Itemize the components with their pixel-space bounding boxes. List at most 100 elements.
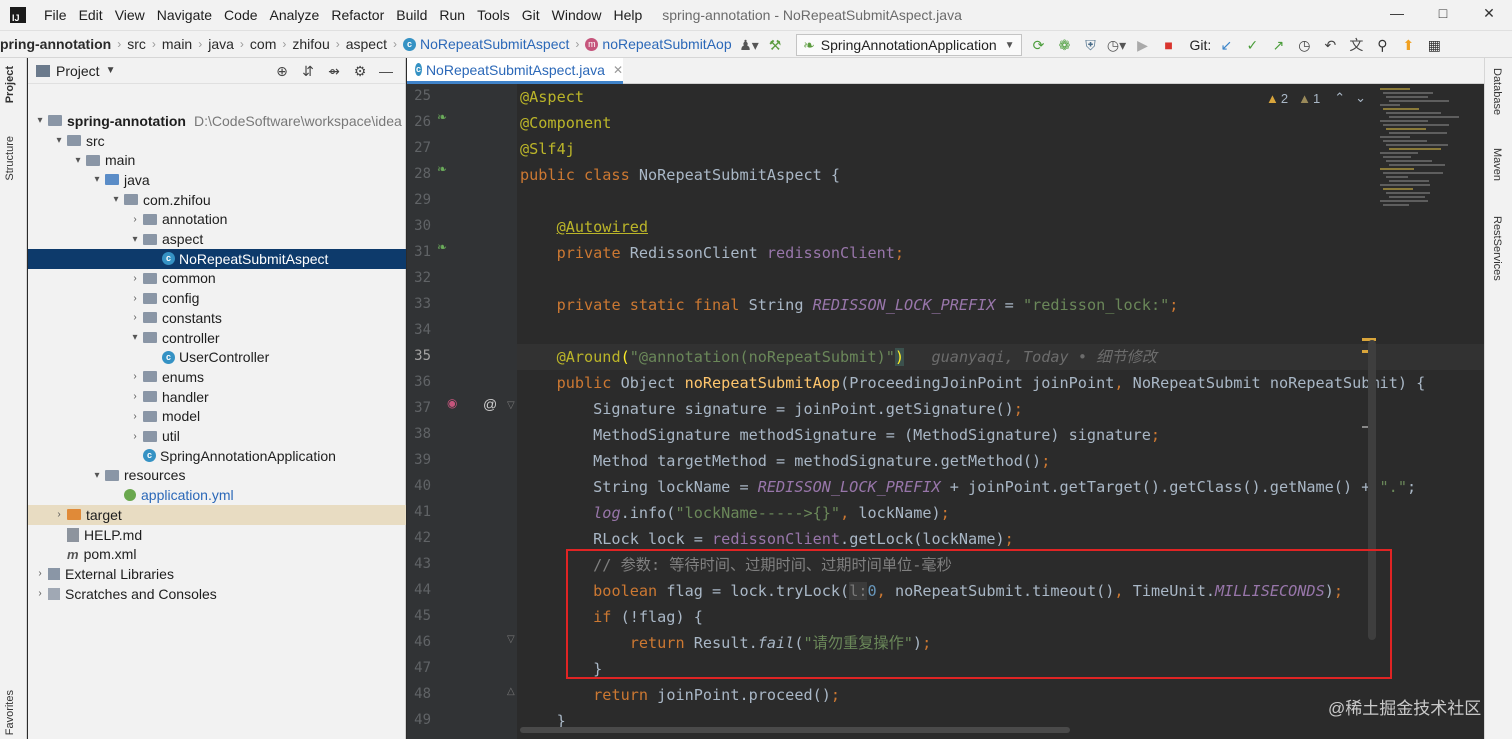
close-icon[interactable]: ✕ [613,63,623,77]
line-number[interactable]: 28 [407,166,431,182]
maximize-button[interactable]: □ [1420,0,1466,30]
menu-git[interactable]: Git [516,7,546,23]
breadcrumb-src[interactable]: src [127,36,146,52]
breadcrumb-java[interactable]: java [208,36,234,52]
ide-logo-icon[interactable]: ▦ [1423,34,1445,56]
tool-tab-database[interactable]: Database [1491,68,1503,115]
line-number[interactable]: 26 [407,114,431,130]
code-line-28[interactable]: public class NoRepeatSubmitAspect { [520,162,840,188]
chevron-down-icon[interactable]: ▾ [89,470,105,481]
line-number[interactable]: 45 [407,608,431,624]
line-number[interactable]: 47 [407,660,431,676]
run-configuration-select[interactable]: ❧ SpringAnnotationApplication ▼ [796,34,1022,56]
line-number[interactable]: 43 [407,556,431,572]
tree-item-external-libraries[interactable]: › External Libraries [28,564,406,584]
code-line-39[interactable]: Method targetMethod = methodSignature.ge… [520,448,1050,474]
tree-item-util[interactable]: › util [28,426,406,446]
code-line-41[interactable]: log.info("lockName----->{}", lockName); [520,500,950,526]
menu-view[interactable]: View [109,7,151,23]
run-icon[interactable]: ▶ [1132,34,1154,56]
line-number[interactable]: 25 [407,88,431,104]
menu-refactor[interactable]: Refactor [325,7,390,23]
breadcrumb-com[interactable]: com [250,36,276,52]
collapse-all-icon[interactable]: ⇴ [321,63,347,80]
line-number[interactable]: 41 [407,504,431,520]
translate-icon[interactable]: 文 [1345,34,1367,56]
user-icon[interactable]: ♟▾ [738,34,760,56]
code-line-36[interactable]: public Object noRepeatSubmitAop(Proceedi… [520,370,1426,396]
tool-tab-project[interactable]: Project [4,66,16,103]
breadcrumb-class[interactable]: NoRepeatSubmitAspect [420,36,569,52]
line-number[interactable]: 38 [407,426,431,442]
locate-icon[interactable]: ⊕ [269,63,295,80]
menu-analyze[interactable]: Analyze [264,7,326,23]
code-line-25[interactable]: @Aspect [520,84,584,110]
debug-bug-icon[interactable]: ❁ [1054,34,1076,56]
git-commit-icon[interactable]: ✓ [1241,34,1263,56]
tree-item-java[interactable]: ▾ java [28,170,406,190]
breadcrumb-main[interactable]: main [162,36,192,52]
rerun-icon[interactable]: ⟳ [1028,34,1050,56]
chevron-down-icon[interactable]: ▾ [108,194,124,205]
spring-bean-icon[interactable]: ❧ [437,162,447,176]
tree-item-usercontroller[interactable]: c UserController [28,347,406,367]
rollback-icon[interactable]: ↶ [1319,34,1341,56]
chevron-right-icon[interactable]: › [127,273,143,284]
breadcrumb-zhifou[interactable]: zhifou [292,36,329,52]
line-number[interactable]: 30 [407,218,431,234]
chevron-up-icon[interactable]: ⌃ [1334,90,1345,106]
tool-tab-restservices[interactable]: RestServices [1491,216,1503,281]
code-line-26[interactable]: @Component [520,110,611,136]
close-button[interactable]: ✕ [1466,0,1512,30]
chevron-down-icon[interactable]: ▾ [127,234,143,245]
chevron-down-icon[interactable]: ▾ [32,115,48,126]
line-number[interactable]: 36 [407,374,431,390]
chevron-right-icon[interactable]: › [127,371,143,382]
tree-item-constants[interactable]: › constants [28,308,406,328]
chevron-right-icon[interactable]: › [127,312,143,323]
chevron-right-icon[interactable]: › [127,411,143,422]
line-number[interactable]: 29 [407,192,431,208]
menu-file[interactable]: File [38,7,73,23]
line-number[interactable]: 37 [407,400,431,416]
line-number[interactable]: 48 [407,686,431,702]
code-line-27[interactable]: @Slf4j [520,136,575,162]
advice-method-icon[interactable]: ◉ [447,396,457,410]
code-line-40[interactable]: String lockName = REDISSON_LOCK_PREFIX +… [520,474,1416,500]
chevron-right-icon[interactable]: › [32,568,48,579]
inspection-widget[interactable]: ▲ 2 ▲ 1 ⌃ ⌄ [1260,90,1366,106]
tree-item-com-zhifou[interactable]: ▾ com.zhifou [28,190,406,210]
annotation-at-icon[interactable]: @ [483,396,497,412]
line-number[interactable]: 49 [407,712,431,728]
line-number[interactable]: 40 [407,478,431,494]
chevron-right-icon[interactable]: › [127,214,143,225]
tool-tab-favorites[interactable]: Favorites [4,690,16,735]
hammer-build-icon[interactable]: ⚒ [764,34,786,56]
chevron-right-icon[interactable]: › [51,509,67,520]
search-icon[interactable]: ⚲ [1371,34,1393,56]
line-number[interactable]: 33 [407,296,431,312]
chevron-down-icon[interactable]: ▾ [51,135,67,146]
git-blame-annotation[interactable]: guanyaqi, Today • 细节修改 [932,348,1157,366]
line-number[interactable]: 39 [407,452,431,468]
chevron-right-icon[interactable]: › [32,588,48,599]
tree-item-controller[interactable]: ▾ controller [28,328,406,348]
tree-item-annotation[interactable]: › annotation [28,210,406,230]
code-line-31[interactable]: private RedissonClient redissonClient; [520,240,904,266]
fold-icon[interactable]: ▽ [507,400,515,411]
code-line-35[interactable]: @Around("@annotation(noRepeatSubmit)") g… [520,344,1157,370]
code-minimap[interactable] [1372,84,1484,214]
tree-item-norepeatsubmitaspect[interactable]: c NoRepeatSubmitAspect [28,248,406,269]
chevron-down-icon[interactable]: ⌄ [1355,90,1366,106]
chevron-right-icon[interactable]: › [127,293,143,304]
tree-item-main[interactable]: ▾ main [28,150,406,170]
menu-help[interactable]: Help [607,7,648,23]
tree-item-enums[interactable]: › enums [28,367,406,387]
fold-icon[interactable]: △ [507,686,515,697]
horizontal-scrollbar[interactable] [520,727,1070,733]
chevron-down-icon[interactable]: ▾ [127,332,143,343]
tree-item-spring-annotation[interactable]: ▾ spring-annotation D:\CodeSoftware\worksp… [28,111,406,131]
menu-code[interactable]: Code [218,7,263,23]
tree-item-scratches-and-consoles[interactable]: › Scratches and Consoles [28,584,406,604]
line-number[interactable]: 31 [407,244,431,260]
